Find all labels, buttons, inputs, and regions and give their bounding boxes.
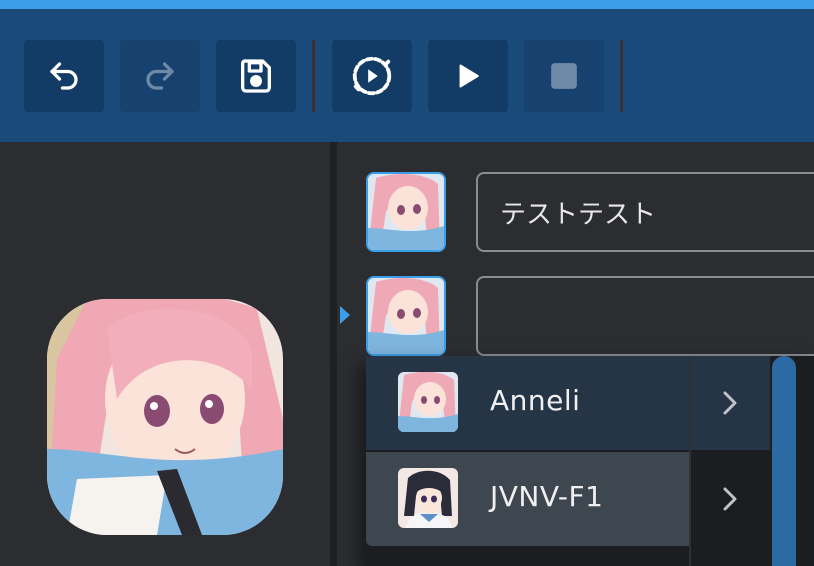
dropdown-item-anneli[interactable]: Anneli [366, 356, 690, 450]
play-button[interactable] [428, 40, 508, 112]
save-button[interactable] [216, 40, 296, 112]
redo-icon [146, 62, 174, 90]
jvnv-f1-thumbnail [398, 468, 458, 528]
expand-submenu-button[interactable] [690, 356, 770, 450]
pane-resize-handle[interactable] [330, 142, 337, 566]
play-icon [459, 64, 479, 88]
dropdown-item-label: Anneli [490, 384, 581, 417]
row-character-avatar[interactable] [366, 276, 446, 356]
replay-button[interactable] [332, 40, 412, 112]
stop-icon [551, 63, 577, 89]
save-icon [240, 59, 271, 93]
dropdown-column-divider [689, 356, 691, 566]
character-portrait [47, 299, 283, 535]
undo-icon [50, 62, 78, 90]
current-row-indicator [340, 306, 350, 324]
row-text-input-empty[interactable] [476, 276, 814, 356]
chevron-right-icon [723, 391, 737, 415]
row-character-avatar[interactable] [366, 172, 446, 252]
dropdown-scrollbar[interactable] [772, 356, 796, 566]
toolbar [0, 9, 814, 142]
expand-submenu-button[interactable] [690, 452, 770, 546]
toolbar-separator-end [620, 40, 623, 112]
character-dropdown: Anneli JVNV-F1 [366, 356, 814, 566]
redo-button[interactable] [120, 40, 200, 112]
undo-button[interactable] [24, 40, 104, 112]
chevron-right-icon [723, 487, 737, 511]
anneli-thumbnail [398, 372, 458, 432]
toolbar-separator [312, 40, 315, 112]
stop-button[interactable] [524, 40, 604, 112]
dropdown-item-jvnv-f1[interactable]: JVNV-F1 [366, 452, 690, 546]
top-accent-bar [0, 0, 814, 9]
replay-icon [352, 56, 392, 96]
dropdown-item-label: JVNV-F1 [490, 480, 604, 513]
row-text-input[interactable]: テストテスト [476, 172, 814, 252]
